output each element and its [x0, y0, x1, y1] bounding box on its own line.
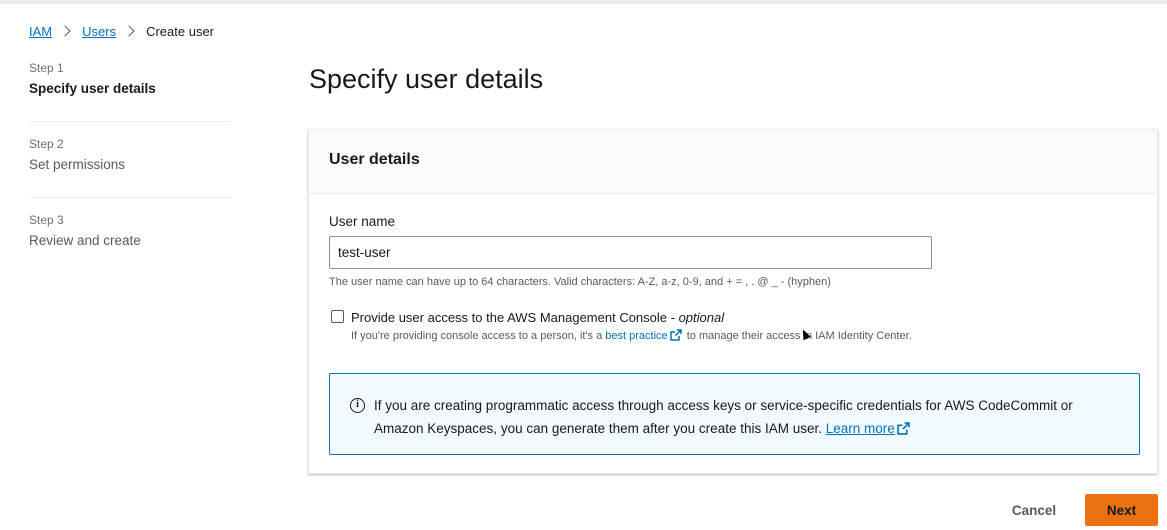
desc-after: to manage their access in IAM Identity C… [683, 330, 912, 342]
info-icon: i [350, 398, 365, 413]
user-details-panel: User details User name The user name can… [308, 129, 1158, 474]
console-access-label-text: Provide user access to the AWS Managemen… [351, 310, 679, 325]
learn-more-link[interactable]: Learn more [826, 421, 895, 436]
step-3[interactable]: Step 3 Review and create [29, 197, 231, 273]
step-1: Step 1 Specify user details [29, 60, 231, 121]
info-text: If you are creating programmatic access … [374, 398, 1073, 436]
best-practice-link[interactable]: best practice [605, 330, 667, 342]
breadcrumb-iam[interactable]: IAM [29, 24, 52, 39]
user-name-constraint: The user name can have up to 64 characte… [329, 276, 831, 288]
panel-title: User details [329, 151, 420, 168]
step-number: Step 1 [29, 61, 64, 75]
external-link-icon[interactable] [897, 422, 910, 435]
external-link-icon[interactable] [669, 329, 682, 341]
user-name-label: User name [329, 214, 396, 229]
breadcrumb: IAM Users Create user [29, 22, 214, 40]
panel-header: User details [309, 130, 1157, 194]
user-name-input[interactable] [329, 236, 932, 269]
chevron-right-icon [59, 25, 71, 37]
info-alert: i If you are creating programmatic acces… [329, 373, 1140, 455]
page-title: Specify user details [309, 64, 544, 94]
optional-tag: optional [678, 310, 725, 325]
breadcrumb-users[interactable]: Users [82, 24, 116, 39]
desc-before: If you're providing console access to a … [351, 330, 606, 342]
step-title: Review and create [29, 233, 141, 248]
step-number: Step 2 [29, 137, 64, 151]
step-number: Step 3 [29, 213, 64, 227]
step-title: Specify user details [29, 81, 156, 96]
wizard-steps: Step 1 Specify user details Step 2 Set p… [29, 60, 231, 273]
next-button[interactable]: Next [1085, 494, 1158, 526]
top-divider [0, 0, 1167, 4]
cancel-button[interactable]: Cancel [997, 494, 1071, 526]
breadcrumb-current: Create user [146, 23, 214, 39]
console-access-checkbox[interactable] [331, 310, 344, 323]
console-access-description: If you're providing console access to a … [351, 329, 951, 344]
console-access-label[interactable]: Provide user access to the AWS Managemen… [351, 310, 724, 325]
chevron-right-icon [123, 25, 135, 37]
step-title: Set permissions [29, 157, 126, 172]
step-2[interactable]: Step 2 Set permissions [29, 121, 231, 197]
